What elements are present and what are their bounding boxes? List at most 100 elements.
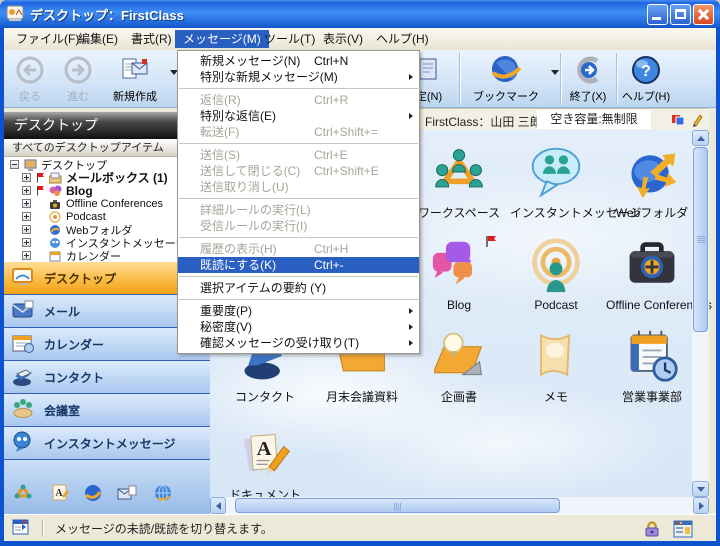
back-button[interactable]: 戻る [8, 53, 52, 104]
maximize-button[interactable] [670, 4, 691, 25]
help-button[interactable]: ? ヘルプ(H) [620, 53, 672, 104]
menu-item-forward[interactable]: 転送(F)Ctrl+Shift+= [178, 124, 419, 140]
expand-icon[interactable] [22, 225, 31, 234]
submenu-arrow-icon [409, 74, 413, 80]
menu-item-unsend[interactable]: 送信取り消し(U) [178, 179, 419, 195]
mail-mini-icon[interactable] [116, 482, 138, 507]
desktop-nav-icon [11, 266, 35, 291]
new-message-button[interactable]: 新規作成 [104, 53, 166, 104]
bookmark-button[interactable]: ブックマーク [465, 53, 547, 104]
desktop-icon-workspace[interactable]: ワークスペース [413, 144, 505, 221]
menu-item-receipt-confirmation[interactable]: 確認メッセージの受け取り(T) [178, 335, 419, 351]
window-title: デスクトップ：FirstClass [30, 5, 184, 24]
desktop-tree-icon [24, 159, 37, 171]
scroll-down-button[interactable] [692, 481, 709, 497]
horizontal-scrollbar[interactable] [210, 497, 709, 514]
tree-item-calendar[interactable]: カレンダー [22, 249, 121, 262]
collapse-icon[interactable] [10, 160, 19, 169]
document-mini-icon[interactable]: A [48, 482, 70, 507]
desktop-icon-blog[interactable]: Blog [413, 238, 505, 312]
scroll-right-button[interactable] [693, 497, 709, 514]
forward-button[interactable]: 進む [56, 53, 100, 104]
window-toggle-icon[interactable] [12, 519, 30, 538]
desktop-icon-proposal[interactable]: 企画書 [413, 328, 505, 405]
tree-item-mailbox[interactable]: メールボックス (1) [22, 171, 168, 184]
menu-item-show-history[interactable]: 履歴の表示(H)Ctrl+H [178, 241, 419, 257]
chevron-left-icon [216, 502, 221, 510]
web-mini-icon[interactable] [152, 482, 174, 507]
menu-item-send[interactable]: 送信(S)Ctrl+E [178, 147, 419, 163]
desktop-icon-instant-message[interactable]: インスタントメッセージ [510, 144, 602, 221]
quota-label: 空き容量:無制限 [537, 110, 651, 129]
maximize-icon [675, 9, 686, 19]
exit-button[interactable]: 終了(X) [564, 53, 612, 104]
calendar-tree-icon [49, 250, 62, 262]
scroll-left-button[interactable] [210, 497, 226, 514]
chevron-down-icon [697, 487, 705, 492]
menu-item-reply[interactable]: 返信(R)Ctrl+R [178, 92, 419, 108]
menu-item-special-reply[interactable]: 特別な返信(E) [178, 108, 419, 124]
desktop-icon-memo[interactable]: メモ [510, 328, 602, 405]
memo-icon [528, 328, 584, 384]
scroll-up-button[interactable] [692, 130, 709, 146]
instant-message-icon [528, 144, 584, 200]
layers-icon[interactable] [671, 114, 685, 129]
menu-item-summarize-selected[interactable]: 選択アイテムの要約 (Y) [178, 280, 419, 296]
title-bar[interactable]: デスクトップ：FirstClass [0, 0, 720, 28]
expand-icon[interactable] [22, 199, 31, 208]
toolbar-separator [616, 53, 617, 105]
desktop-icon-sales-dept[interactable]: 営業事業部 [606, 328, 698, 405]
chevron-right-icon [699, 502, 704, 510]
blog-tree-icon [49, 185, 62, 197]
close-button[interactable] [693, 4, 714, 25]
expand-icon[interactable] [22, 238, 31, 247]
calendar-nav-icon [11, 332, 35, 357]
menu-edit[interactable]: 編集(E) [70, 30, 126, 48]
nav-meeting-room-button[interactable]: 会議室 [4, 394, 210, 426]
expand-icon[interactable] [22, 212, 31, 221]
expand-icon[interactable] [22, 173, 31, 182]
menu-format[interactable]: 書式(R) [123, 30, 180, 48]
menu-bar: ファイル(F) 編集(E) 書式(R) メッセージ(M) ツール(T) 表示(V… [4, 28, 716, 50]
proposal-folder-icon [431, 328, 487, 384]
tree-item-offline-conferences[interactable]: Offline Conferences [22, 197, 163, 210]
workspace-mini-icon[interactable] [12, 482, 34, 507]
vertical-scrollbar[interactable] [692, 130, 709, 497]
menu-separator [179, 276, 418, 277]
nav-contact-button[interactable]: コンタクト [4, 361, 210, 393]
menu-separator [179, 198, 418, 199]
menu-item-run-receive-rules[interactable]: 受信ルールの実行(I) [178, 218, 419, 234]
expand-icon[interactable] [22, 186, 31, 195]
menu-message[interactable]: メッセージ(M) [175, 30, 269, 48]
vertical-scroll-thumb[interactable] [693, 147, 708, 332]
window-list-icon[interactable] [673, 520, 694, 538]
tree-item-blog[interactable]: Blog [22, 184, 93, 197]
flag-icon [36, 185, 45, 196]
im-tree-icon [49, 237, 62, 249]
menu-item-send-and-close[interactable]: 送信して閉じる(C)Ctrl+Shift+E [178, 163, 419, 179]
menu-item-mark-as-read[interactable]: 既読にする(K)Ctrl+- [178, 257, 419, 273]
desktop-icon-document[interactable]: A ドキュメント [219, 426, 311, 503]
lock-icon[interactable] [643, 520, 660, 538]
menu-item-new-message[interactable]: 新規メッセージ(N)Ctrl+N [178, 53, 419, 69]
pencil-icon[interactable] [691, 113, 703, 130]
desktop-icon-offline-conferences[interactable]: Offline Conferences [606, 238, 698, 312]
webfolder-mini-icon[interactable] [82, 482, 104, 507]
minimize-button[interactable] [647, 4, 668, 25]
desktop-icon-podcast[interactable]: Podcast [510, 238, 602, 312]
horizontal-scroll-thumb[interactable] [235, 498, 560, 513]
bookmark-dropdown-icon[interactable] [551, 70, 559, 75]
podcast-icon [528, 238, 584, 294]
nav-instant-message-button[interactable]: インスタントメッセージ [4, 427, 210, 459]
menu-view[interactable]: 表示(V) [315, 30, 371, 48]
menu-tools[interactable]: ツール(T) [256, 30, 323, 48]
menu-item-run-advanced-rules[interactable]: 詳細ルールの実行(L) [178, 202, 419, 218]
desktop-icon-webfolder[interactable]: Webフォルダ [606, 144, 698, 221]
menu-item-importance[interactable]: 重要度(P) [178, 303, 419, 319]
status-bar: メッセージの未読/既読を切り替えます。 [4, 514, 716, 541]
menu-item-special-new-message[interactable]: 特別な新規メッセージ(M) [178, 69, 419, 85]
mail-nav-icon [11, 299, 35, 324]
menu-help[interactable]: ヘルプ(H) [368, 30, 437, 48]
expand-icon[interactable] [22, 251, 31, 260]
menu-item-sensitivity[interactable]: 秘密度(V) [178, 319, 419, 335]
